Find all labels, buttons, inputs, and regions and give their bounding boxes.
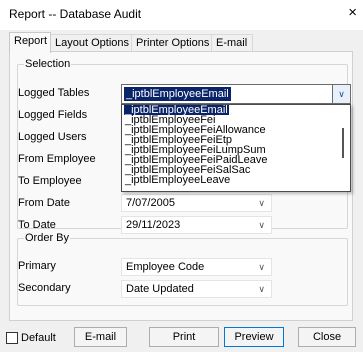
email-button[interactable]: E-mail (74, 327, 127, 347)
logged-tables-value: _iptblEmployeeEmail (124, 87, 231, 101)
secondary-sort-value: Date Updated (126, 283, 194, 295)
from-date-value: 7/07/2005 (126, 197, 175, 209)
dropdown-scrollbar[interactable] (337, 106, 349, 190)
selection-group-label: Selection (24, 58, 72, 70)
preview-button[interactable]: Preview (224, 327, 284, 347)
to-date-field[interactable]: 29/11/2023 ∨ (121, 216, 272, 234)
window-title: Report -- Database Audit (9, 7, 142, 21)
logged-users-label: Logged Users (18, 131, 87, 143)
from-date-field[interactable]: 7/07/2005 ∨ (121, 194, 272, 212)
secondary-label: Secondary (18, 282, 71, 294)
default-checkbox[interactable] (6, 332, 18, 344)
chevron-down-icon[interactable]: ∨ (258, 217, 265, 233)
combo-dropdown-button[interactable]: ∨ (332, 85, 350, 103)
scrollbar-thumb[interactable] (342, 128, 344, 158)
to-date-value: 29/11/2023 (126, 219, 181, 231)
chevron-down-icon: ∨ (338, 89, 345, 99)
logged-tables-combo[interactable]: _iptblEmployeeEmail ∨ (121, 84, 351, 104)
logged-tables-label: Logged Tables (18, 87, 90, 99)
logged-tables-dropdown-list: _iptblEmployeeEmail _iptblEmployeeFei _i… (121, 104, 351, 192)
dropdown-option[interactable]: _iptblEmployeeLeave (124, 175, 231, 186)
from-date-label: From Date (18, 197, 70, 209)
secondary-sort-select[interactable]: Date Updated ∨ (121, 280, 272, 298)
chevron-down-icon[interactable]: ∨ (258, 195, 265, 211)
tab-printer-options[interactable]: Printer Options (131, 34, 212, 52)
dialog-body: Report Layout Options Printer Options E-… (0, 30, 363, 352)
tab-email[interactable]: E-mail (211, 34, 253, 52)
tab-report[interactable]: Report (9, 32, 51, 53)
close-icon[interactable]: × (348, 4, 357, 22)
logged-fields-label: Logged Fields (18, 109, 88, 121)
from-employee-label: From Employee (18, 153, 96, 165)
primary-sort-value: Employee Code (126, 261, 205, 273)
close-button[interactable]: Close (298, 327, 356, 347)
tab-layout-options[interactable]: Layout Options (50, 34, 132, 52)
chevron-down-icon[interactable]: ∨ (258, 281, 265, 297)
title-bar: Report -- Database Audit × (0, 0, 363, 30)
print-button[interactable]: Print (149, 327, 219, 347)
order-by-group-label: Order By (24, 232, 71, 244)
to-employee-label: To Employee (18, 175, 82, 187)
chevron-down-icon[interactable]: ∨ (258, 259, 265, 275)
to-date-label: To Date (18, 219, 56, 231)
primary-sort-select[interactable]: Employee Code ∨ (121, 258, 272, 276)
default-checkbox-label[interactable]: Default (21, 331, 56, 345)
primary-label: Primary (18, 260, 56, 272)
